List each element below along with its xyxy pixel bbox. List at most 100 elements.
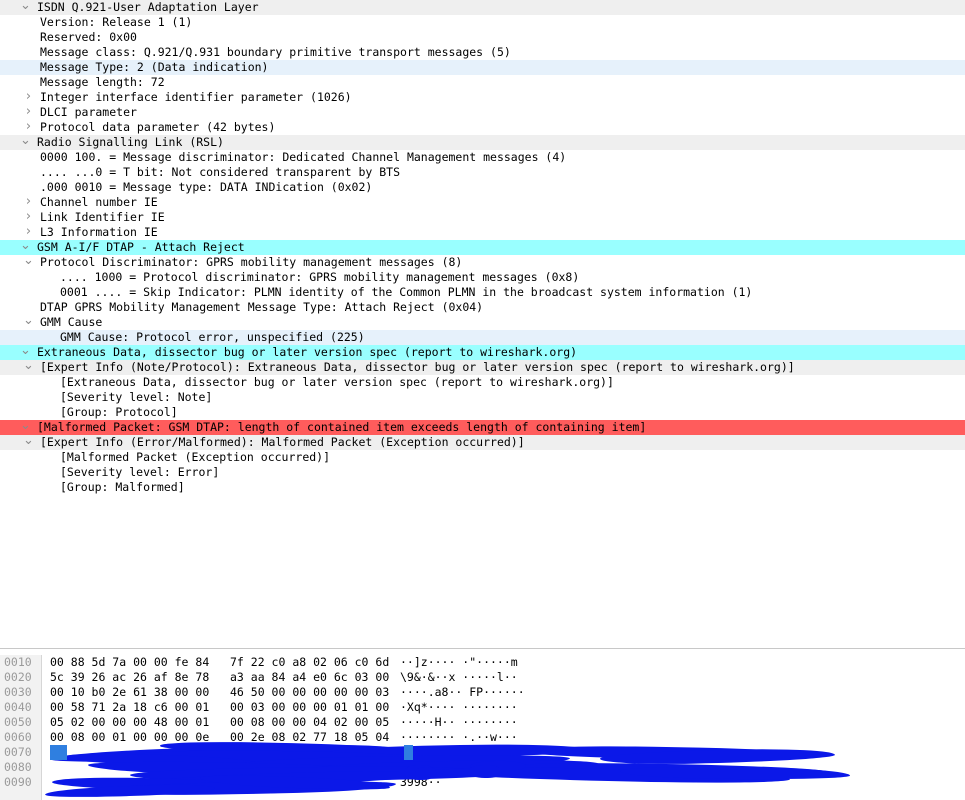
hex-ascii: 3998·· (400, 775, 442, 789)
hex-offset: 0090 (4, 775, 32, 789)
hex-dump-row[interactable]: 0010 00 88 5d 7a 00 00 fe 84 7f 22 c0 a8 … (0, 655, 965, 670)
hex-dump-row[interactable]: 0060 00 08 00 01 00 00 00 0e 00 2e 08 02 … (0, 730, 965, 745)
detail-tree-row[interactable]: [Severity level: Note] (0, 390, 965, 405)
detail-tree-row-label: [Malformed Packet (Exception occurred)] (60, 450, 331, 464)
detail-tree-row[interactable]: [Malformed Packet: GSM DTAP: length of c… (0, 420, 965, 435)
hex-bytes: 00 10 b0 2e 61 38 00 00 46 50 00 00 00 0… (50, 685, 390, 699)
detail-tree-row-label: [Group: Protocol] (60, 405, 178, 419)
hex-ascii: ··]z···· ·"·····m (400, 655, 518, 669)
hex-dump-row[interactable]: 0030 00 10 b0 2e 61 38 00 00 46 50 00 00 … (0, 685, 965, 700)
chevron-down-icon[interactable] (23, 255, 34, 270)
detail-tree-row[interactable]: L3 Information IE (0, 225, 965, 240)
detail-tree-row-label: Channel number IE (40, 195, 158, 209)
detail-tree-row[interactable]: .000 0010 = Message type: DATA INDicatio… (0, 180, 965, 195)
hex-ascii: ·Xq*···· ········ (400, 700, 518, 714)
detail-tree-row-label: L3 Information IE (40, 225, 158, 239)
chevron-down-icon[interactable] (20, 135, 31, 150)
detail-tree-row[interactable]: Message Type: 2 (Data indication) (0, 60, 965, 75)
detail-tree-row[interactable]: Reserved: 0x00 (0, 30, 965, 45)
chevron-right-icon[interactable] (23, 210, 34, 225)
hex-dump-row[interactable]: 0070 ········ ·l·!· (0, 745, 965, 760)
detail-tree-row[interactable]: GSM A-I/F DTAP - Attach Reject (0, 240, 965, 255)
detail-tree-row-label: 0001 .... = Skip Indicator: PLMN identit… (60, 285, 753, 299)
detail-tree-row-label: Reserved: 0x00 (40, 30, 137, 44)
detail-tree-row[interactable]: Protocol data parameter (42 bytes) (0, 120, 965, 135)
detail-tree-row[interactable]: Message length: 72 (0, 75, 965, 90)
detail-tree-row-label: Message Type: 2 (Data indication) (40, 60, 269, 74)
detail-tree-row-label: Integer interface identifier parameter (… (40, 90, 352, 104)
detail-tree-row-label: Protocol Discriminator: GPRS mobility ma… (40, 255, 463, 269)
detail-tree-row-label: GMM Cause: Protocol error, unspecified (… (60, 330, 365, 344)
detail-tree-row[interactable]: ISDN Q.921-User Adaptation Layer (0, 0, 965, 15)
detail-tree-row[interactable]: 0001 .... = Skip Indicator: PLMN identit… (0, 285, 965, 300)
detail-tree-row-label: [Group: Malformed] (60, 480, 185, 494)
detail-tree-row-label: Link Identifier IE (40, 210, 165, 224)
chevron-down-icon[interactable] (23, 360, 34, 375)
hex-ascii: ········ ·l·!· (400, 745, 497, 759)
detail-tree-row[interactable]: [Group: Malformed] (0, 480, 965, 495)
hex-offset: 0070 (4, 745, 32, 759)
hex-ascii: \9&·&··x ·····l·· (400, 670, 518, 684)
detail-tree-row[interactable]: Integer interface identifier parameter (… (0, 90, 965, 105)
hex-dump-row[interactable]: 0090 3998·· (0, 775, 965, 790)
detail-tree-row[interactable]: GMM Cause: Protocol error, unspecified (… (0, 330, 965, 345)
detail-tree-row[interactable]: Protocol Discriminator: GPRS mobility ma… (0, 255, 965, 270)
chevron-down-icon[interactable] (23, 315, 34, 330)
detail-tree-row-label: [Extraneous Data, dissector bug or later… (60, 375, 614, 389)
detail-tree-row[interactable]: .... ...0 = T bit: Not considered transp… (0, 165, 965, 180)
detail-tree-row[interactable]: Link Identifier IE (0, 210, 965, 225)
detail-tree-row-label: DTAP GPRS Mobility Management Message Ty… (40, 300, 484, 314)
hex-dump-row[interactable]: 0050 05 02 00 00 00 48 00 01 00 08 00 00 … (0, 715, 965, 730)
hex-ascii: 0091p ·7·33 (400, 760, 477, 774)
hex-offset: 0010 (4, 655, 32, 669)
hex-offset: 0080 (4, 760, 32, 774)
detail-tree-row[interactable]: .... 1000 = Protocol discriminator: GPRS… (0, 270, 965, 285)
detail-tree-row-label: GMM Cause (40, 315, 103, 329)
detail-tree-row[interactable]: Extraneous Data, dissector bug or later … (0, 345, 965, 360)
packet-bytes-pane[interactable]: 0010 00 88 5d 7a 00 00 fe 84 7f 22 c0 a8 … (0, 655, 965, 800)
chevron-down-icon[interactable] (23, 435, 34, 450)
hex-dump-row[interactable]: 0020 5c 39 26 ac 26 af 8e 78 a3 aa 84 a4 … (0, 670, 965, 685)
detail-tree-row[interactable]: [Group: Protocol] (0, 405, 965, 420)
detail-tree-row-label: [Expert Info (Error/Malformed): Malforme… (40, 435, 525, 449)
hex-ascii: ········ ·.··w··· (400, 730, 518, 744)
detail-tree-row-label: [Expert Info (Note/Protocol): Extraneous… (40, 360, 795, 374)
detail-tree-row[interactable]: [Extraneous Data, dissector bug or later… (0, 375, 965, 390)
detail-tree-row[interactable]: Message class: Q.921/Q.931 boundary prim… (0, 45, 965, 60)
chevron-right-icon[interactable] (23, 195, 34, 210)
detail-tree-row-label: Protocol data parameter (42 bytes) (40, 120, 276, 134)
detail-tree-row-label: .... 1000 = Protocol discriminator: GPRS… (60, 270, 580, 284)
hex-offset: 0060 (4, 730, 32, 744)
detail-tree-row-label: [Severity level: Error] (60, 465, 220, 479)
detail-tree-row[interactable]: DLCI parameter (0, 105, 965, 120)
detail-tree-row[interactable]: [Expert Info (Note/Protocol): Extraneous… (0, 360, 965, 375)
detail-tree-row[interactable]: [Expert Info (Error/Malformed): Malforme… (0, 435, 965, 450)
detail-tree-row[interactable]: [Malformed Packet (Exception occurred)] (0, 450, 965, 465)
detail-tree-row-label: Extraneous Data, dissector bug or later … (37, 345, 578, 359)
detail-tree-row[interactable]: [Severity level: Error] (0, 465, 965, 480)
detail-tree-row-label: Message length: 72 (40, 75, 165, 89)
detail-tree-row-label: DLCI parameter (40, 105, 137, 119)
hex-bytes: 5c 39 26 ac 26 af 8e 78 a3 aa 84 a4 e0 6… (50, 670, 390, 684)
detail-tree-row[interactable]: 0000 100. = Message discriminator: Dedic… (0, 150, 965, 165)
detail-tree-row-label: .000 0010 = Message type: DATA INDicatio… (40, 180, 373, 194)
detail-tree-row[interactable]: Radio Signalling Link (RSL) (0, 135, 965, 150)
hex-ascii: ·····H·· ········ (400, 715, 518, 729)
hex-offset: 0040 (4, 700, 32, 714)
detail-tree-row-label: Version: Release 1 (1) (40, 15, 193, 29)
chevron-right-icon[interactable] (23, 90, 34, 105)
hex-dump-row[interactable]: 0080 0091p ·7·33 (0, 760, 965, 775)
detail-tree-row-label: GSM A-I/F DTAP - Attach Reject (37, 240, 245, 254)
detail-tree-row-label: Message class: Q.921/Q.931 boundary prim… (40, 45, 511, 59)
chevron-down-icon[interactable] (20, 0, 31, 15)
detail-tree-row[interactable]: Version: Release 1 (1) (0, 15, 965, 30)
detail-tree-row[interactable]: Channel number IE (0, 195, 965, 210)
chevron-right-icon[interactable] (23, 105, 34, 120)
detail-tree-row[interactable]: GMM Cause (0, 315, 965, 330)
detail-tree-row-label: 0000 100. = Message discriminator: Dedic… (40, 150, 567, 164)
hex-bytes: 05 02 00 00 00 48 00 01 00 08 00 00 04 0… (50, 715, 390, 729)
detail-tree-row[interactable]: DTAP GPRS Mobility Management Message Ty… (0, 300, 965, 315)
hex-offset: 0050 (4, 715, 32, 729)
hex-dump-row[interactable]: 0040 00 58 71 2a 18 c6 00 01 00 03 00 00 … (0, 700, 965, 715)
packet-details-pane[interactable]: ISDN Q.921-User Adaptation LayerVersion:… (0, 0, 965, 648)
